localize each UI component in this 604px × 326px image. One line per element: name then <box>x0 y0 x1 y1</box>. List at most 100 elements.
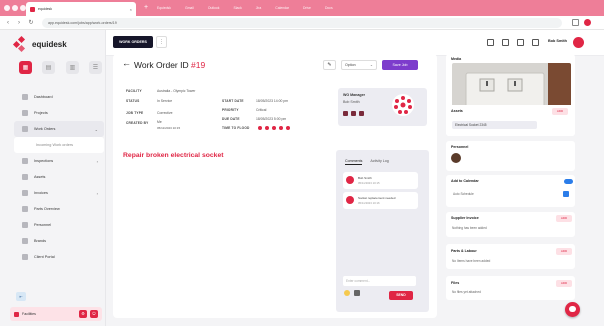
calendar-toggle[interactable] <box>564 179 573 184</box>
field-label: JOB TYPE <box>126 111 144 115</box>
wo-manager-avatar <box>392 94 414 116</box>
bookmark-item[interactable]: Jira <box>256 6 261 10</box>
settings-icon[interactable]: ⚙ <box>79 310 87 318</box>
add-parts-button[interactable]: ADD <box>556 248 572 255</box>
sidebar-item-label: Inspections <box>34 159 54 163</box>
client-portal-icon <box>22 254 28 260</box>
send-button[interactable]: SEND <box>389 291 413 300</box>
bookmark-item[interactable]: Slack <box>234 6 242 10</box>
sidebar-item-projects[interactable]: Projects <box>14 105 104 121</box>
back-icon[interactable]: ‹ <box>4 19 12 27</box>
priority-value[interactable]: Critical <box>256 108 266 112</box>
brand-logo[interactable]: equidesk <box>12 35 67 53</box>
field-label: CREATED BY <box>126 121 149 125</box>
scan-icon[interactable] <box>487 39 494 46</box>
camera-icon[interactable] <box>354 290 360 296</box>
sidebar-item-parts-overview[interactable]: Parts Overview <box>14 201 104 217</box>
bookmark-item[interactable]: Equiedsk <box>157 6 171 10</box>
assets-label: Assets <box>451 109 463 113</box>
add-asset-button[interactable]: ADD <box>552 108 568 115</box>
personnel-icon <box>22 222 28 228</box>
files-empty: No files yet attached <box>452 290 481 294</box>
due-date-value[interactable]: 18/05/2023 5:00 pm <box>256 117 286 121</box>
comment-author: Bob Smith <box>358 176 372 180</box>
profile-icon[interactable] <box>584 19 591 26</box>
user-name[interactable]: Bob Smith <box>548 39 567 43</box>
status-value[interactable]: In Service <box>157 99 172 103</box>
sidebar-nav: Dashboard Projects Work Orders ⌄ Incoming… <box>14 89 104 265</box>
work-orders-button[interactable]: WORK ORDERS <box>113 36 153 48</box>
job-type-value[interactable]: Corrective <box>157 111 172 115</box>
edit-pen-icon[interactable]: ✎ <box>323 60 336 70</box>
bookmark-item[interactable]: Calendar <box>275 6 289 10</box>
facility-icon <box>14 311 19 317</box>
chevron-right-icon: › <box>96 190 98 196</box>
tab-activity-log[interactable]: Activity Log <box>370 159 388 165</box>
sidebar-item-dashboard[interactable]: Dashboard <box>14 89 104 105</box>
add-to-calendar-label: Add to Calendar <box>451 179 479 183</box>
sidebar-item-work-orders[interactable]: Work Orders ⌄ <box>14 121 104 137</box>
sidebar-item-invoices[interactable]: Invoices › <box>14 185 104 201</box>
list-view-icon[interactable]: ☰ <box>89 61 102 74</box>
chart-icon[interactable] <box>502 39 509 46</box>
bookmark-item[interactable]: Gmail <box>185 6 194 10</box>
work-order-description[interactable]: Repair broken electrical socket <box>123 152 224 159</box>
window-close-icon[interactable] <box>4 5 10 11</box>
facility-value[interactable]: Australia - Olympic Tower <box>157 89 195 93</box>
auto-schedule-checkbox[interactable] <box>563 191 569 197</box>
grid-view-icon[interactable]: ▦ <box>19 61 32 74</box>
reload-icon[interactable]: ↻ <box>27 19 35 27</box>
new-tab-icon[interactable]: + <box>141 3 151 13</box>
sidebar-item-assets[interactable]: Assets <box>14 169 104 185</box>
save-job-button[interactable]: Save Job <box>382 60 418 70</box>
comment-input[interactable]: Enter comment... <box>343 276 416 286</box>
more-options-button[interactable]: ⋮ <box>156 36 167 48</box>
calendar-view-icon[interactable]: ▤ <box>42 61 55 74</box>
url-field[interactable]: app.equidesk.com/jobs/app/work-orders/19 <box>42 18 562 28</box>
asset-chip[interactable]: Electrical Socket 2345 <box>452 121 537 129</box>
start-date-value[interactable]: 18/05/2023 14:00 pm <box>256 99 288 103</box>
extensions-icon[interactable] <box>572 19 579 26</box>
map-view-icon[interactable]: ▥ <box>66 61 79 74</box>
comment-item: Bob Smith 05/11/2023 10:15 <box>343 172 418 189</box>
avatar[interactable] <box>451 153 461 163</box>
email-icon[interactable] <box>359 111 364 116</box>
logout-icon[interactable]: ⏻ <box>90 310 98 318</box>
bookmark-item[interactable]: Outlook <box>208 6 220 10</box>
dashboard-icon <box>22 94 28 100</box>
wo-manager-name[interactable]: Bob Smith <box>343 100 360 104</box>
avatar[interactable] <box>573 37 584 48</box>
comment-time: 05/11/2023 10:16 <box>358 201 380 205</box>
phone-icon[interactable] <box>343 111 348 116</box>
emoji-icon[interactable] <box>344 290 350 296</box>
forward-icon[interactable]: › <box>15 19 23 27</box>
invoices-icon <box>22 190 28 196</box>
bookmark-item[interactable]: Docs <box>325 6 333 10</box>
window-minimize-icon[interactable] <box>12 5 18 11</box>
sidebar-item-incoming-work-orders[interactable]: Incoming Work orders <box>14 137 104 153</box>
sidebar-item-personnel[interactable]: Personnel <box>14 217 104 233</box>
sidebar-item-label: Work Orders <box>34 127 56 131</box>
facility-switcher[interactable]: Facilities ⚙ ⏻ <box>10 307 102 321</box>
notifications-icon[interactable] <box>532 39 539 46</box>
comments-tabs: Comments Activity Log <box>345 159 389 165</box>
message-icon[interactable] <box>351 111 356 116</box>
add-file-button[interactable]: ADD <box>556 280 572 287</box>
browser-tab[interactable]: equidesk × <box>26 2 136 16</box>
bookmark-item[interactable]: Drive <box>303 6 311 10</box>
add-supplier-invoice-button[interactable]: ADD <box>556 215 572 222</box>
collapse-sidebar-button[interactable]: ⇤ <box>16 292 26 301</box>
inspections-icon <box>22 158 28 164</box>
sidebar-item-label: Dashboard <box>34 95 53 99</box>
grid-icon[interactable] <box>517 39 524 46</box>
options-select[interactable]: Option ⌄ <box>341 60 377 70</box>
sidebar-item-client-portal[interactable]: Client Portal <box>14 249 104 265</box>
created-by-value: Me <box>157 120 162 124</box>
back-arrow-icon[interactable]: ← <box>122 58 131 68</box>
sidebar-item-inspections[interactable]: Inspections › <box>14 153 104 169</box>
chat-support-button[interactable] <box>565 302 580 317</box>
sidebar-item-brands[interactable]: Brands <box>14 233 104 249</box>
tab-comments[interactable]: Comments <box>345 159 363 165</box>
close-tab-icon[interactable]: × <box>130 7 132 12</box>
work-orders-icon <box>22 126 28 132</box>
